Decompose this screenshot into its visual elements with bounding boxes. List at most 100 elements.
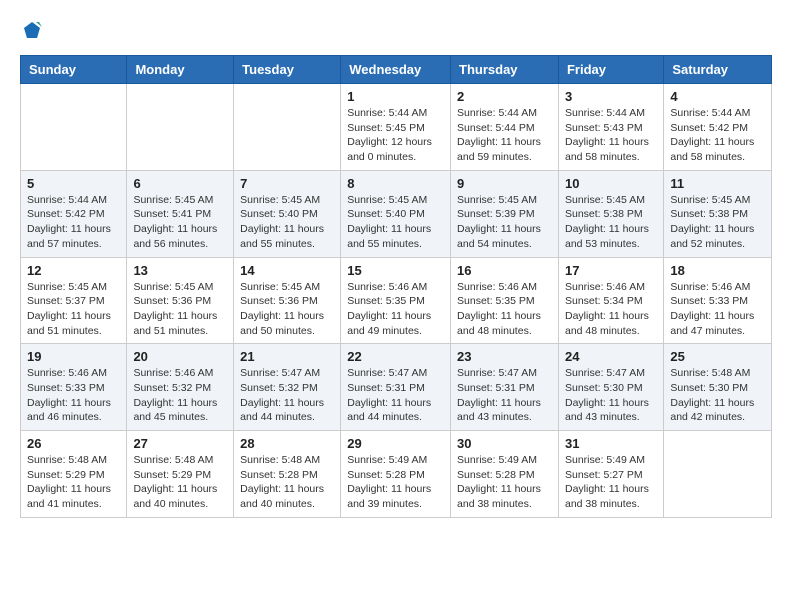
day-info: Sunrise: 5:44 AM Sunset: 5:44 PM Dayligh… — [457, 106, 552, 165]
weekday-header: Thursday — [451, 56, 559, 84]
day-info: Sunrise: 5:46 AM Sunset: 5:34 PM Dayligh… — [565, 280, 657, 339]
day-info: Sunrise: 5:45 AM Sunset: 5:37 PM Dayligh… — [27, 280, 120, 339]
day-info: Sunrise: 5:44 AM Sunset: 5:43 PM Dayligh… — [565, 106, 657, 165]
calendar-cell: 19Sunrise: 5:46 AM Sunset: 5:33 PM Dayli… — [21, 344, 127, 431]
day-info: Sunrise: 5:45 AM Sunset: 5:40 PM Dayligh… — [347, 193, 444, 252]
day-number: 6 — [133, 176, 227, 191]
day-number: 16 — [457, 263, 552, 278]
calendar-cell: 24Sunrise: 5:47 AM Sunset: 5:30 PM Dayli… — [558, 344, 663, 431]
page-header — [20, 20, 772, 45]
day-number: 8 — [347, 176, 444, 191]
calendar-cell: 6 Sunrise: 5:45 AM Sunset: 5:41 PM Daylig… — [127, 170, 234, 257]
calendar-table: SundayMondayTuesdayWednesdayThursdayFrid… — [20, 55, 772, 518]
logo-icon — [22, 20, 42, 40]
day-info: Sunrise: 5:46 AM Sunset: 5:32 PM Dayligh… — [133, 366, 227, 425]
day-info: Sunrise: 5:45 AM Sunset: 5:40 PM Dayligh… — [240, 193, 334, 252]
day-number: 1 — [347, 89, 444, 104]
day-info: Sunrise: 5:49 AM Sunset: 5:28 PM Dayligh… — [457, 453, 552, 512]
day-number: 12 — [27, 263, 120, 278]
weekday-header: Tuesday — [234, 56, 341, 84]
day-info: Sunrise: 5:45 AM Sunset: 5:36 PM Dayligh… — [133, 280, 227, 339]
day-number: 5 — [27, 176, 120, 191]
day-number: 4 — [670, 89, 765, 104]
calendar-cell: 7 Sunrise: 5:45 AM Sunset: 5:40 PM Daylig… — [234, 170, 341, 257]
day-info: Sunrise: 5:45 AM Sunset: 5:41 PM Dayligh… — [133, 193, 227, 252]
calendar-cell: 1Sunrise: 5:44 AM Sunset: 5:45 PM Daylig… — [341, 84, 451, 171]
calendar-cell: 3 Sunrise: 5:44 AM Sunset: 5:43 PM Daylig… — [558, 84, 663, 171]
day-info: Sunrise: 5:49 AM Sunset: 5:28 PM Dayligh… — [347, 453, 444, 512]
weekday-header: Monday — [127, 56, 234, 84]
day-info: Sunrise: 5:46 AM Sunset: 5:35 PM Dayligh… — [347, 280, 444, 339]
day-number: 17 — [565, 263, 657, 278]
day-number: 10 — [565, 176, 657, 191]
calendar-cell: 10 Sunrise: 5:45 AM Sunset: 5:38 PM Dayli… — [558, 170, 663, 257]
calendar-cell: 15 Sunrise: 5:46 AM Sunset: 5:35 PM Dayli… — [341, 257, 451, 344]
day-info: Sunrise: 5:45 AM Sunset: 5:38 PM Dayligh… — [565, 193, 657, 252]
day-info: Sunrise: 5:47 AM Sunset: 5:31 PM Dayligh… — [457, 366, 552, 425]
calendar-cell: 11Sunrise: 5:45 AM Sunset: 5:38 PM Dayli… — [664, 170, 772, 257]
calendar-cell: 28 Sunrise: 5:48 AM Sunset: 5:28 PM Dayli… — [234, 431, 341, 518]
day-number: 30 — [457, 436, 552, 451]
calendar-cell: 29 Sunrise: 5:49 AM Sunset: 5:28 PM Dayli… — [341, 431, 451, 518]
weekday-header: Sunday — [21, 56, 127, 84]
day-info: Sunrise: 5:45 AM Sunset: 5:38 PM Dayligh… — [670, 193, 765, 252]
day-number: 15 — [347, 263, 444, 278]
day-number: 13 — [133, 263, 227, 278]
day-number: 26 — [27, 436, 120, 451]
day-info: Sunrise: 5:47 AM Sunset: 5:32 PM Dayligh… — [240, 366, 334, 425]
calendar-cell: 8 Sunrise: 5:45 AM Sunset: 5:40 PM Daylig… — [341, 170, 451, 257]
day-info: Sunrise: 5:44 AM Sunset: 5:42 PM Dayligh… — [27, 193, 120, 252]
day-number: 31 — [565, 436, 657, 451]
calendar-week-row: 19Sunrise: 5:46 AM Sunset: 5:33 PM Dayli… — [21, 344, 772, 431]
day-info: Sunrise: 5:48 AM Sunset: 5:29 PM Dayligh… — [133, 453, 227, 512]
day-number: 24 — [565, 349, 657, 364]
day-number: 14 — [240, 263, 334, 278]
day-number: 29 — [347, 436, 444, 451]
day-number: 27 — [133, 436, 227, 451]
calendar-cell: 17 Sunrise: 5:46 AM Sunset: 5:34 PM Dayli… — [558, 257, 663, 344]
day-number: 23 — [457, 349, 552, 364]
day-number: 25 — [670, 349, 765, 364]
day-info: Sunrise: 5:48 AM Sunset: 5:30 PM Dayligh… — [670, 366, 765, 425]
day-info: Sunrise: 5:47 AM Sunset: 5:31 PM Dayligh… — [347, 366, 444, 425]
calendar-cell — [234, 84, 341, 171]
calendar-cell: 18 Sunrise: 5:46 AM Sunset: 5:33 PM Dayli… — [664, 257, 772, 344]
day-info: Sunrise: 5:46 AM Sunset: 5:33 PM Dayligh… — [670, 280, 765, 339]
calendar-cell: 23 Sunrise: 5:47 AM Sunset: 5:31 PM Dayli… — [451, 344, 559, 431]
day-number: 2 — [457, 89, 552, 104]
calendar-cell: 2 Sunrise: 5:44 AM Sunset: 5:44 PM Daylig… — [451, 84, 559, 171]
day-info: Sunrise: 5:49 AM Sunset: 5:27 PM Dayligh… — [565, 453, 657, 512]
calendar-cell: 20Sunrise: 5:46 AM Sunset: 5:32 PM Dayli… — [127, 344, 234, 431]
calendar-week-row: 26 Sunrise: 5:48 AM Sunset: 5:29 PM Dayli… — [21, 431, 772, 518]
day-info: Sunrise: 5:48 AM Sunset: 5:29 PM Dayligh… — [27, 453, 120, 512]
day-info: Sunrise: 5:46 AM Sunset: 5:35 PM Dayligh… — [457, 280, 552, 339]
calendar-cell — [21, 84, 127, 171]
calendar-cell: 5 Sunrise: 5:44 AM Sunset: 5:42 PM Daylig… — [21, 170, 127, 257]
calendar-cell: 21 Sunrise: 5:47 AM Sunset: 5:32 PM Dayli… — [234, 344, 341, 431]
logo — [20, 20, 42, 45]
calendar-cell: 16 Sunrise: 5:46 AM Sunset: 5:35 PM Dayli… — [451, 257, 559, 344]
day-number: 9 — [457, 176, 552, 191]
calendar-week-row: 5 Sunrise: 5:44 AM Sunset: 5:42 PM Daylig… — [21, 170, 772, 257]
calendar-cell: 22 Sunrise: 5:47 AM Sunset: 5:31 PM Dayli… — [341, 344, 451, 431]
day-number: 22 — [347, 349, 444, 364]
day-info: Sunrise: 5:48 AM Sunset: 5:28 PM Dayligh… — [240, 453, 334, 512]
calendar-week-row: 1Sunrise: 5:44 AM Sunset: 5:45 PM Daylig… — [21, 84, 772, 171]
weekday-header: Saturday — [664, 56, 772, 84]
day-number: 18 — [670, 263, 765, 278]
day-number: 7 — [240, 176, 334, 191]
day-number: 28 — [240, 436, 334, 451]
day-info: Sunrise: 5:44 AM Sunset: 5:42 PM Dayligh… — [670, 106, 765, 165]
calendar-week-row: 12 Sunrise: 5:45 AM Sunset: 5:37 PM Dayli… — [21, 257, 772, 344]
day-number: 3 — [565, 89, 657, 104]
calendar-cell: 12 Sunrise: 5:45 AM Sunset: 5:37 PM Dayli… — [21, 257, 127, 344]
calendar-cell: 27 Sunrise: 5:48 AM Sunset: 5:29 PM Dayli… — [127, 431, 234, 518]
calendar-cell — [664, 431, 772, 518]
day-info: Sunrise: 5:45 AM Sunset: 5:39 PM Dayligh… — [457, 193, 552, 252]
calendar-cell: 31 Sunrise: 5:49 AM Sunset: 5:27 PM Dayli… — [558, 431, 663, 518]
calendar-cell: 30 Sunrise: 5:49 AM Sunset: 5:28 PM Dayli… — [451, 431, 559, 518]
calendar-cell: 14Sunrise: 5:45 AM Sunset: 5:36 PM Dayli… — [234, 257, 341, 344]
day-info: Sunrise: 5:46 AM Sunset: 5:33 PM Dayligh… — [27, 366, 120, 425]
day-number: 21 — [240, 349, 334, 364]
calendar-cell: 13 Sunrise: 5:45 AM Sunset: 5:36 PM Dayli… — [127, 257, 234, 344]
